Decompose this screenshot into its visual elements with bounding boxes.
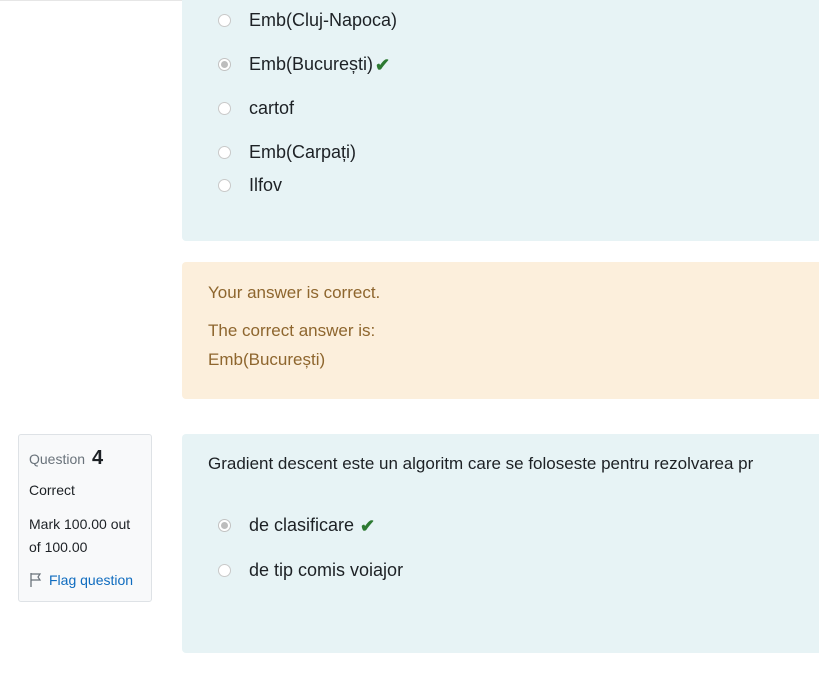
radio-button[interactable] — [218, 102, 231, 115]
radio-button[interactable] — [218, 146, 231, 159]
radio-button[interactable] — [218, 14, 231, 27]
question-mark-line2: of 100.00 — [29, 539, 88, 555]
question-mark-line1: Mark 100.00 out — [29, 516, 131, 532]
option-label: Emb(București) — [249, 54, 374, 74]
answer-option[interactable]: Ilfov — [218, 175, 282, 196]
radio-button[interactable] — [218, 564, 231, 577]
option-label: cartof — [249, 98, 295, 118]
correct-answer-value: Emb(București) — [208, 350, 326, 369]
question-3-answer-box: Emb(Cluj-Napoca) Emb(București) ✔ cartof… — [182, 0, 819, 241]
answer-option[interactable]: cartof — [218, 98, 294, 119]
question-info-panel: Question 4 Correct Mark 100.00 out of 10… — [18, 434, 152, 602]
feedback-result: Your answer is correct. — [208, 283, 381, 302]
flag-question-label: Flag question — [49, 572, 134, 588]
radio-button[interactable] — [218, 179, 231, 192]
flag-question-link[interactable]: Flag question — [29, 572, 133, 588]
radio-button-selected[interactable] — [218, 519, 231, 532]
radio-button-selected[interactable] — [218, 58, 231, 71]
answer-option[interactable]: de clasificare ✔ — [218, 515, 375, 536]
correct-answer-label: The correct answer is: — [208, 321, 376, 340]
answer-option[interactable]: Emb(Carpați) — [218, 142, 356, 163]
option-label: de clasificare — [249, 515, 355, 535]
answer-option[interactable]: de tip comis voiajor — [218, 560, 403, 581]
question-label: Question — [29, 451, 86, 467]
answer-option[interactable]: Emb(Cluj-Napoca) — [218, 10, 397, 31]
answer-option[interactable]: Emb(București) ✔ — [218, 54, 390, 75]
question-number-value: 4 — [91, 447, 104, 469]
option-label: Emb(Carpați) — [249, 142, 357, 162]
check-icon: ✔ — [375, 54, 391, 75]
question-number: Question 4 — [29, 447, 103, 470]
question-4-content-box: Gradient descent este un algoritm care s… — [182, 434, 819, 653]
check-icon: ✔ — [360, 515, 376, 536]
question-text: Gradient descent este un algoritm care s… — [208, 454, 754, 473]
option-label: de tip comis voiajor — [249, 560, 404, 580]
question-status: Correct — [29, 482, 75, 498]
flag-icon — [30, 573, 42, 587]
feedback-box: Your answer is correct. The correct answ… — [182, 262, 819, 399]
option-label: Ilfov — [249, 175, 283, 195]
option-label: Emb(Cluj-Napoca) — [249, 10, 398, 30]
